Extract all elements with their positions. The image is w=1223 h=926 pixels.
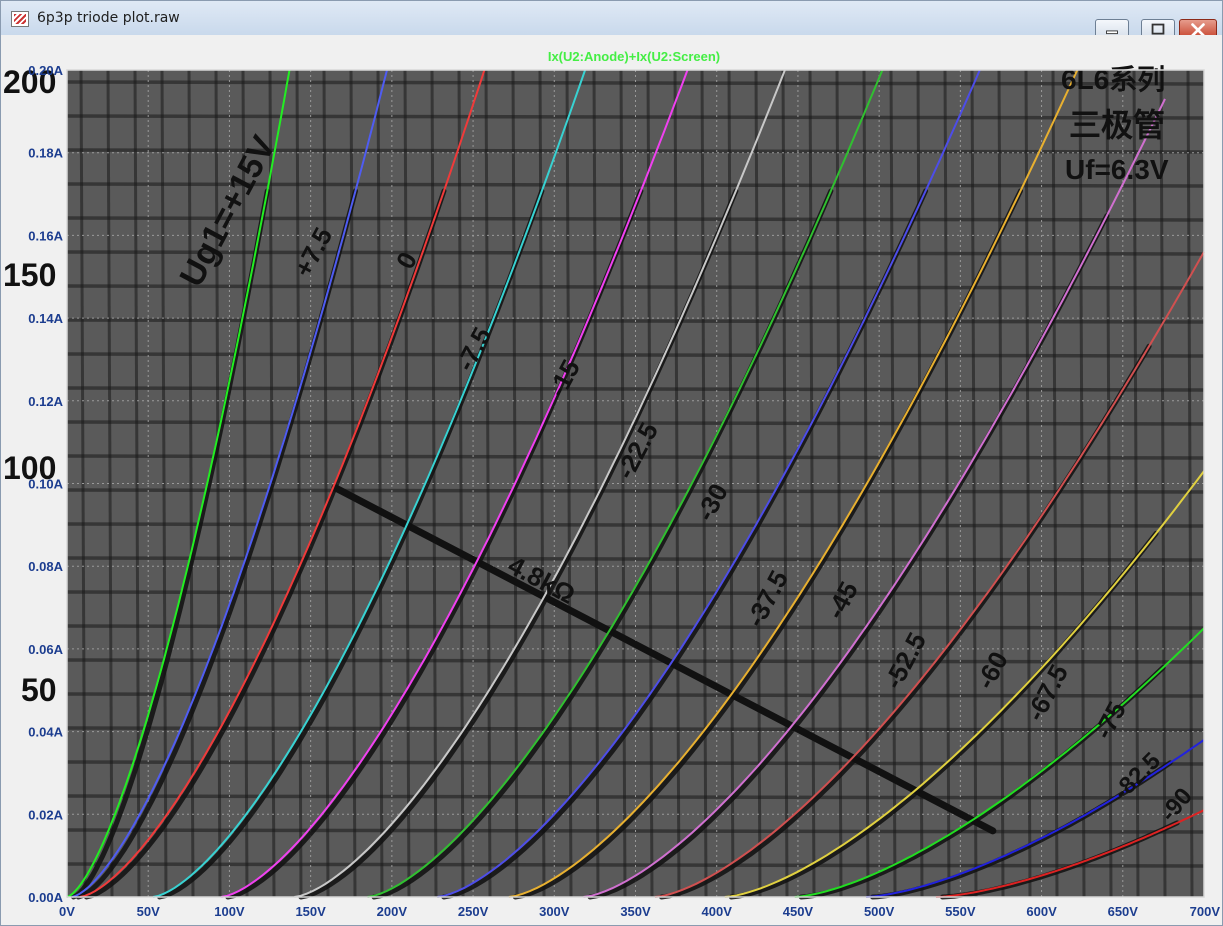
y-tick-label: 0.18A xyxy=(28,146,63,161)
scan-grid-hline xyxy=(66,250,1205,256)
x-tick-label: 700V xyxy=(1190,904,1221,919)
x-tick-label: 450V xyxy=(783,904,814,919)
y-tick-label: 0.10A xyxy=(28,477,63,492)
app-plot-icon xyxy=(11,11,29,27)
x-tick-label: 250V xyxy=(458,904,489,919)
x-tick-label: 0V xyxy=(59,904,75,919)
x-tick-label: 400V xyxy=(702,904,733,919)
x-tick-label: 300V xyxy=(539,904,570,919)
x-tick-label: 50V xyxy=(137,904,160,919)
y-tick-label: 0.16A xyxy=(28,228,63,243)
plot-area[interactable]: Ug1=+15V +7.5 0 -7.5 -15 -22.5 -30 -37.5… xyxy=(1,35,1222,925)
x-tick-label: 500V xyxy=(864,904,895,919)
scan-grid-hline xyxy=(66,556,1205,562)
corner-text-heater: Uf=6.3V xyxy=(1065,154,1169,185)
y-tick-label: 0.04A xyxy=(28,725,63,740)
scan-grid-hline xyxy=(66,760,1205,766)
side-tick-150: 150 xyxy=(3,257,56,293)
x-tick-label: 550V xyxy=(945,904,976,919)
x-axis-tick-labels: 0V 50V 100V 150V 200V 250V 300V 350V 400V 450V 500… xyxy=(59,904,1220,919)
y-tick-label: 0.00A xyxy=(28,890,63,905)
x-tick-label: 600V xyxy=(1026,904,1057,919)
title-bar[interactable]: 6p3p triode plot.raw xyxy=(1,1,1222,41)
chart-title: Ix(U2:Anode)+Ix(U2:Screen) xyxy=(548,49,720,64)
app-window: 6p3p triode plot.raw Ug1=+15V +7.5 0 -7.… xyxy=(0,0,1223,926)
x-tick-label: 150V xyxy=(295,904,326,919)
y-tick-label: 0.06A xyxy=(28,642,63,657)
x-tick-label: 350V xyxy=(620,904,651,919)
scan-grid-hline xyxy=(66,80,1205,86)
y-tick-label: 0.12A xyxy=(28,394,63,409)
side-tick-50: 50 xyxy=(21,672,57,708)
y-tick-label: 0.08A xyxy=(28,559,63,574)
scan-grid-hline xyxy=(66,726,1205,732)
window-title: 6p3p triode plot.raw xyxy=(37,10,180,26)
y-tick-label: 0.20A xyxy=(28,63,63,78)
y-tick-label: 0.02A xyxy=(28,807,63,822)
scan-grid-hline xyxy=(66,386,1205,392)
y-tick-label: 0.14A xyxy=(28,311,63,326)
corner-text-series: 6L6系列 xyxy=(1061,64,1165,95)
corner-text-triode: 三极管 xyxy=(1069,107,1165,143)
x-tick-label: 650V xyxy=(1108,904,1139,919)
x-tick-label: 200V xyxy=(377,904,408,919)
x-tick-label: 100V xyxy=(214,904,245,919)
